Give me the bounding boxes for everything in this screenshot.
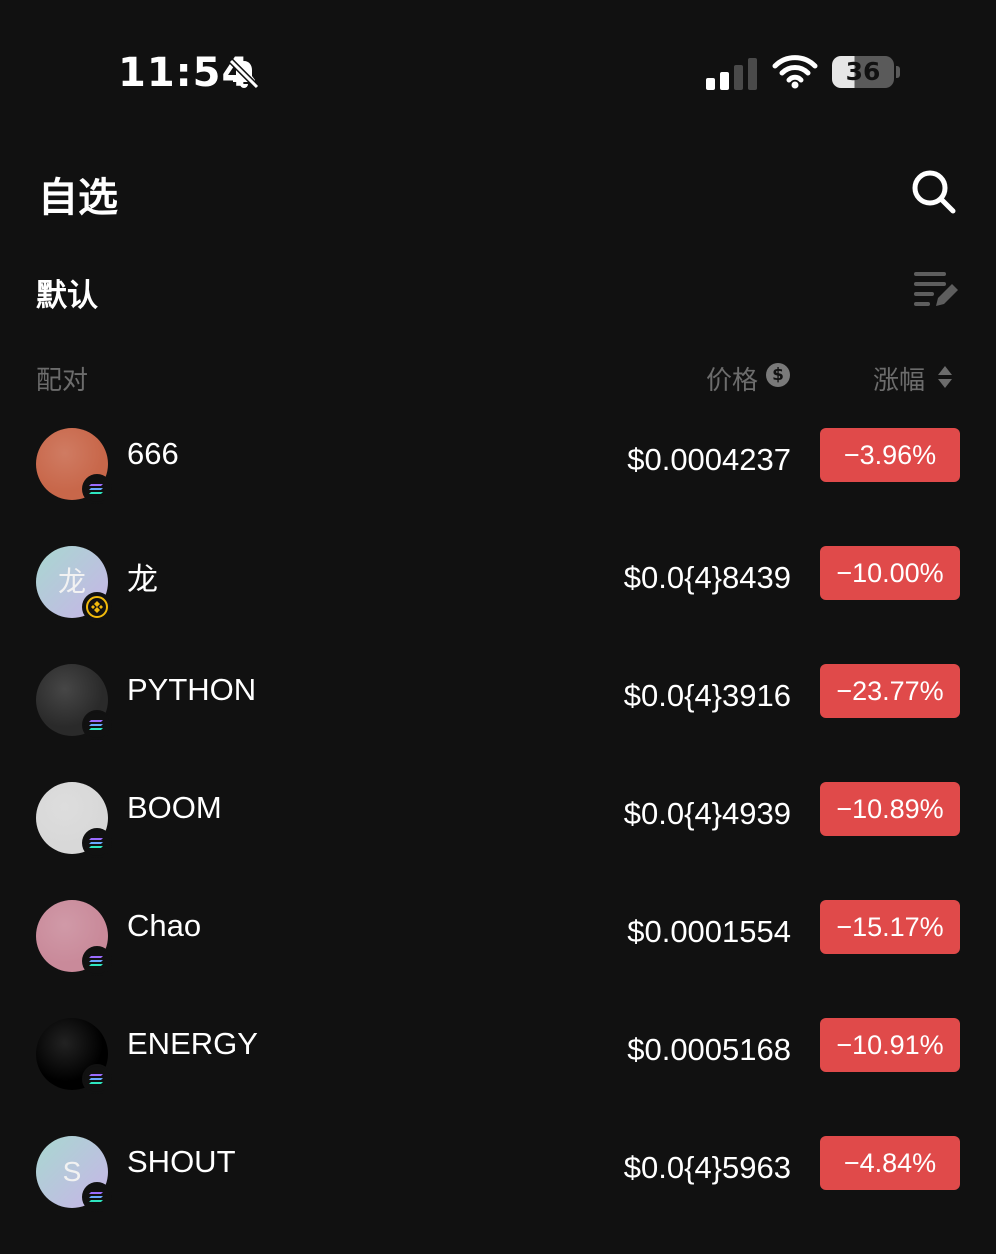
watchlist-group-title[interactable]: 默认 [36,270,98,315]
price-change-badge[interactable]: −23.77% [820,664,960,718]
token-name: ENERGY [127,1026,258,1061]
solana-chain-icon [82,946,112,976]
status-bar: 11:54 36 [0,0,996,150]
token-name: SHOUT [127,1144,236,1179]
watchlist-row[interactable]: PYTHON $0.0{4}3916 −23.77% [0,664,996,782]
price-change-badge[interactable]: −4.84% [820,1136,960,1190]
solana-chain-icon [82,1064,112,1094]
token-price: $0.0005168 [627,1032,791,1067]
price-change-badge[interactable]: −15.17% [820,900,960,954]
token-price: $0.0{4}5963 [623,1150,791,1185]
token-name: PYTHON [127,672,257,707]
token-price: $0.0004237 [627,442,791,477]
solana-chain-icon [82,828,112,858]
token-name: 龙 [127,562,158,597]
price-change-badge[interactable]: −10.00% [820,546,960,600]
bnb-chain-icon [82,592,112,622]
watchlist-row[interactable]: 666 $0.0004237 −3.96% [0,428,996,546]
search-icon[interactable] [908,166,958,216]
token-price: $0.0{4}8439 [623,560,791,595]
token-price: $0.0001554 [627,914,791,949]
watchlist-row[interactable]: Chao $0.0001554 −15.17% [0,900,996,1018]
wifi-icon [772,55,818,89]
sort-icon[interactable] [936,364,954,390]
bell-muted-icon [228,58,260,90]
watchlist-row[interactable]: S SHOUT $0.0{4}5963 −4.84% [0,1136,996,1254]
battery-indicator: 36 [832,54,900,90]
token-name: Chao [127,908,202,943]
token-price: $0.0{4}4939 [623,796,791,831]
column-header-price[interactable]: 价格 [706,360,758,397]
price-change-badge[interactable]: −10.91% [820,1018,960,1072]
cellular-signal-icon [706,58,757,90]
column-header-pair: 配对 [36,366,89,396]
battery-level: 36 [845,57,881,86]
token-price: $0.0{4}3916 [623,678,791,713]
page-title: 自选 [38,175,118,221]
battery-nub [896,66,900,78]
solana-chain-icon [82,474,112,504]
currency-dollar-icon[interactable]: $ [766,363,790,387]
column-header-change[interactable]: 涨幅 [873,360,925,397]
solana-chain-icon [82,1182,112,1212]
token-name: 666 [127,436,179,471]
watchlist-row[interactable]: ENERGY $0.0005168 −10.91% [0,1018,996,1136]
watchlist-row[interactable]: BOOM $0.0{4}4939 −10.89% [0,782,996,900]
price-change-badge[interactable]: −3.96% [820,428,960,482]
edit-list-icon[interactable] [914,268,960,310]
watchlist-row[interactable]: 龙 龙 $0.0{4}8439 −10.00% [0,546,996,664]
price-change-badge[interactable]: −10.89% [820,782,960,836]
solana-chain-icon [82,710,112,740]
token-name: BOOM [127,790,222,825]
